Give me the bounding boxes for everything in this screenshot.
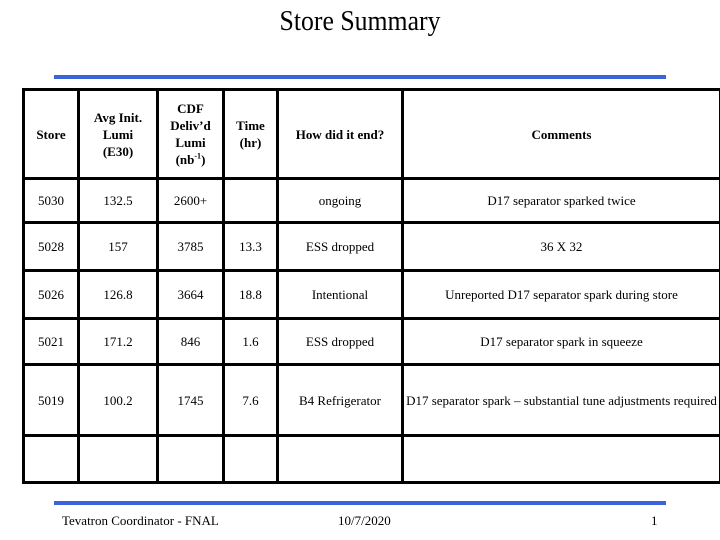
header-store: Store [22,88,80,180]
cell-cdf: 846 [156,317,225,366]
table-row: 5030 132.5 2600+ ongoing D17 separator s… [22,177,720,224]
cell-store: 5030 [22,177,80,224]
cell-avg [77,434,159,484]
header-comments: Comments [401,88,720,180]
cell-store: 5026 [22,269,80,320]
header-cdf-lumi: CDF Deliv’d Lumi (nb-1) [156,88,225,180]
cell-avg: 157 [77,221,159,272]
cell-time: 7.6 [222,363,279,437]
top-divider [54,75,666,79]
cell-avg: 132.5 [77,177,159,224]
cell-time: 1.6 [222,317,279,366]
cell-end: ongoing [276,177,404,224]
table-row-empty [22,434,720,484]
header-line: Deliv’d [170,118,211,133]
header-line: Time [236,118,265,133]
cell-end: B4 Refrigerator [276,363,404,437]
cell-avg: 126.8 [77,269,159,320]
cell-time [222,177,279,224]
cell-store: 5028 [22,221,80,272]
cell-cdf: 3664 [156,269,225,320]
header-line: Lumi [102,126,134,142]
header-line: Lumi [175,135,206,150]
cell-end: ESS dropped [276,221,404,272]
cell-comment: D17 separator spark – substantial tune a… [401,363,720,437]
cell-comment: D17 separator sparked twice [401,177,720,224]
cell-end: Intentional [276,269,404,320]
store-summary-table: Store Avg Init. Lumi (E30) CDF Deliv’d L… [22,88,720,484]
header-avg-init-lumi: Avg Init. Lumi (E30) [77,88,159,180]
cell-comment: D17 separator spark in squeeze [401,317,720,366]
table-row: 5028 157 3785 13.3 ESS dropped 36 X 32 [22,221,720,272]
cell-end: ESS dropped [276,317,404,366]
footer-page-number: 1 [651,513,658,528]
table-row: 5019 100.2 1745 7.6 B4 Refrigerator D17 … [22,363,720,437]
header-line: CDF [177,101,204,116]
footer-organization: Tevatron Coordinator - FNAL [62,513,219,528]
header-line: Avg Init. [93,109,143,125]
bottom-divider [54,501,666,505]
cell-store: 5019 [22,363,80,437]
table-row: 5021 171.2 846 1.6 ESS dropped D17 separ… [22,317,720,366]
cell-cdf: 1745 [156,363,225,437]
table-header-row: Store Avg Init. Lumi (E30) CDF Deliv’d L… [22,88,720,180]
header-line: (nb [175,152,195,167]
cell-time [222,434,279,484]
footer-date: 10/7/2020 [338,513,391,528]
header-line: (hr) [239,135,262,150]
cell-cdf [156,434,225,484]
cell-store [22,434,80,484]
cell-time: 13.3 [222,221,279,272]
header-how-end: How did it end? [276,88,404,180]
cell-avg: 171.2 [77,317,159,366]
cell-cdf: 3785 [156,221,225,272]
cell-end [276,434,404,484]
cell-cdf: 2600+ [156,177,225,224]
header-line: (E30) [102,143,134,159]
cell-comment: Unreported D17 separator spark during st… [401,269,720,320]
table-row: 5026 126.8 3664 18.8 Intentional Unrepor… [22,269,720,320]
header-line: ) [201,152,206,167]
cell-store: 5021 [22,317,80,366]
cell-time: 18.8 [222,269,279,320]
header-time: Time (hr) [222,88,279,180]
slide-title: Store Summary [279,6,441,37]
cell-avg: 100.2 [77,363,159,437]
cell-comment: 36 X 32 [401,221,720,272]
cell-comment [401,434,720,484]
